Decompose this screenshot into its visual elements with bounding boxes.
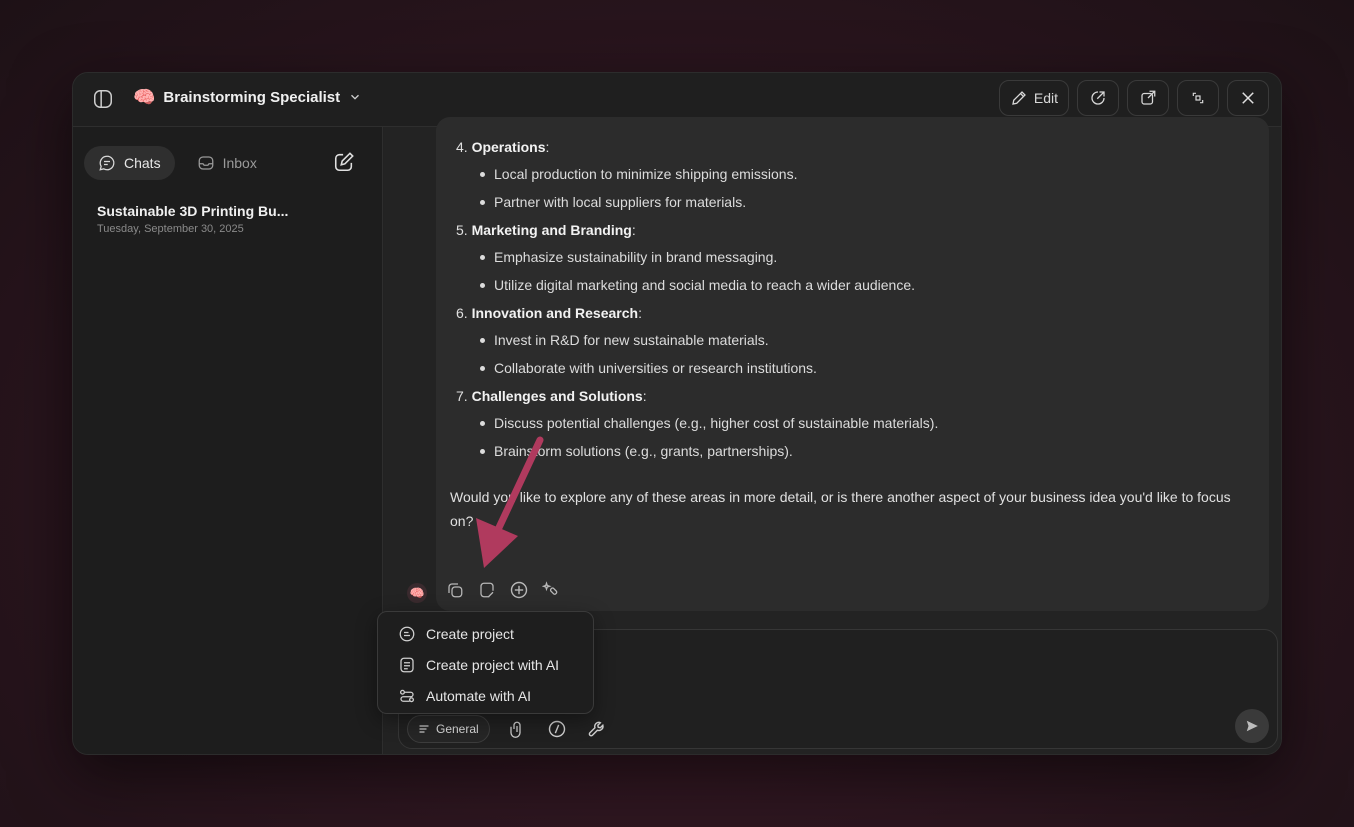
external-link-icon	[1139, 89, 1157, 107]
pencil-icon	[1010, 89, 1028, 107]
new-chat-button[interactable]	[331, 149, 357, 175]
wrench-icon[interactable]	[584, 716, 610, 742]
open-external-button[interactable]	[1127, 80, 1169, 116]
message-section: 4. Operations: Local production to minimi…	[450, 137, 1255, 212]
mode-label: General	[436, 722, 479, 736]
chat-title: Sustainable 3D Printing Bu...	[97, 203, 289, 219]
section-number: 5.	[456, 222, 468, 238]
section-number: 4.	[456, 139, 468, 155]
mode-selector[interactable]: General	[407, 715, 490, 743]
section-heading: 7. Challenges and Solutions:	[456, 388, 647, 404]
bullet-list: Emphasize sustainability in brand messag…	[450, 247, 1255, 295]
list-item: Partner with local suppliers for materia…	[478, 192, 1255, 212]
save-note-icon[interactable]	[476, 579, 498, 601]
sidebar-toggle-icon[interactable]	[91, 87, 115, 111]
edit-label: Edit	[1033, 90, 1058, 106]
list-item: Brainstorm solutions (e.g., grants, part…	[478, 441, 1255, 461]
chat-date: Tuesday, September 30, 2025	[97, 223, 244, 235]
menu-item-label: Create project with AI	[426, 656, 560, 673]
message-closing: Would you like to explore any of these a…	[450, 489, 1231, 529]
close-icon	[1239, 89, 1257, 107]
project-icon	[398, 625, 416, 643]
agent-emoji: 🧠	[133, 87, 156, 107]
list-item: Utilize digital marketing and social med…	[478, 275, 1255, 295]
send-button[interactable]	[1235, 709, 1269, 743]
chat-bubble-icon	[98, 154, 116, 172]
message-actions	[444, 579, 562, 601]
app-window: 🧠 Brainstorming Specialist Edit Chats In…	[72, 72, 1282, 755]
bullet-list: Invest in R&D for new sustainable materi…	[450, 330, 1255, 378]
popup-menu: Create project Create project with AI Au…	[377, 611, 594, 714]
list-item: Local production to minimize shipping em…	[478, 164, 1255, 184]
share-button[interactable]	[1077, 80, 1119, 116]
agent-avatar: 🧠	[407, 583, 427, 603]
ai-project-icon	[398, 656, 416, 674]
agent-selector[interactable]: 🧠 Brainstorming Specialist	[133, 86, 362, 108]
section-title: Operations	[471, 139, 546, 155]
attach-icon[interactable]	[504, 716, 530, 742]
share-icon	[1089, 89, 1107, 107]
automate-icon	[398, 687, 416, 705]
magic-wand-icon[interactable]	[540, 579, 562, 601]
agent-name: Brainstorming Specialist	[163, 88, 341, 106]
section-heading: 4. Operations:	[456, 139, 550, 155]
message-section: 5. Marketing and Branding: Emphasize sust…	[450, 220, 1255, 295]
section-number: 7.	[456, 388, 468, 404]
add-circle-icon[interactable]	[508, 579, 530, 601]
chevron-down-icon	[348, 90, 362, 104]
sidebar: Chats Inbox Sustainable 3D Printing Bu..…	[73, 127, 383, 754]
compose-icon	[333, 151, 355, 173]
tab-chats-label: Chats	[124, 155, 161, 171]
lines-icon	[418, 723, 430, 735]
assistant-message: 4. Operations: Local production to minimi…	[436, 117, 1269, 611]
section-number: 6.	[456, 305, 468, 321]
inbox-icon	[197, 154, 215, 172]
list-item: Collaborate with universities or researc…	[478, 358, 1255, 378]
list-item: Discuss potential challenges (e.g., high…	[478, 413, 1255, 433]
send-icon	[1245, 719, 1259, 733]
slash-command-icon[interactable]	[544, 716, 570, 742]
message-section: 7. Challenges and Solutions: Discuss pote…	[450, 386, 1255, 461]
list-item: Invest in R&D for new sustainable materi…	[478, 330, 1255, 350]
menu-item-create-project-ai[interactable]: Create project with AI	[386, 649, 585, 680]
section-title: Marketing and Branding	[471, 222, 632, 238]
section-heading: 6. Innovation and Research:	[456, 305, 642, 321]
section-title: Innovation and Research	[471, 305, 639, 321]
tab-chats[interactable]: Chats	[84, 146, 175, 180]
tab-inbox[interactable]: Inbox	[183, 146, 271, 180]
chat-list-item[interactable]: Sustainable 3D Printing Bu... Tuesday, S…	[97, 203, 357, 235]
section-heading: 5. Marketing and Branding:	[456, 222, 636, 238]
bullet-list: Local production to minimize shipping em…	[450, 164, 1255, 212]
bullet-list: Discuss potential challenges (e.g., high…	[450, 413, 1255, 461]
edit-button[interactable]: Edit	[998, 80, 1069, 116]
section-title: Challenges and Solutions	[471, 388, 643, 404]
collapse-icon	[1190, 90, 1206, 106]
close-button[interactable]	[1227, 80, 1269, 116]
menu-item-label: Create project	[426, 625, 514, 642]
menu-item-create-project[interactable]: Create project	[386, 618, 585, 649]
list-item: Emphasize sustainability in brand messag…	[478, 247, 1255, 267]
tab-inbox-label: Inbox	[222, 155, 257, 171]
menu-item-automate-ai[interactable]: Automate with AI	[386, 680, 585, 711]
minimize-button[interactable]	[1177, 80, 1219, 116]
message-section: 6. Innovation and Research: Invest in R&D…	[450, 303, 1255, 378]
menu-item-label: Automate with AI	[426, 687, 532, 704]
copy-icon[interactable]	[444, 579, 466, 601]
